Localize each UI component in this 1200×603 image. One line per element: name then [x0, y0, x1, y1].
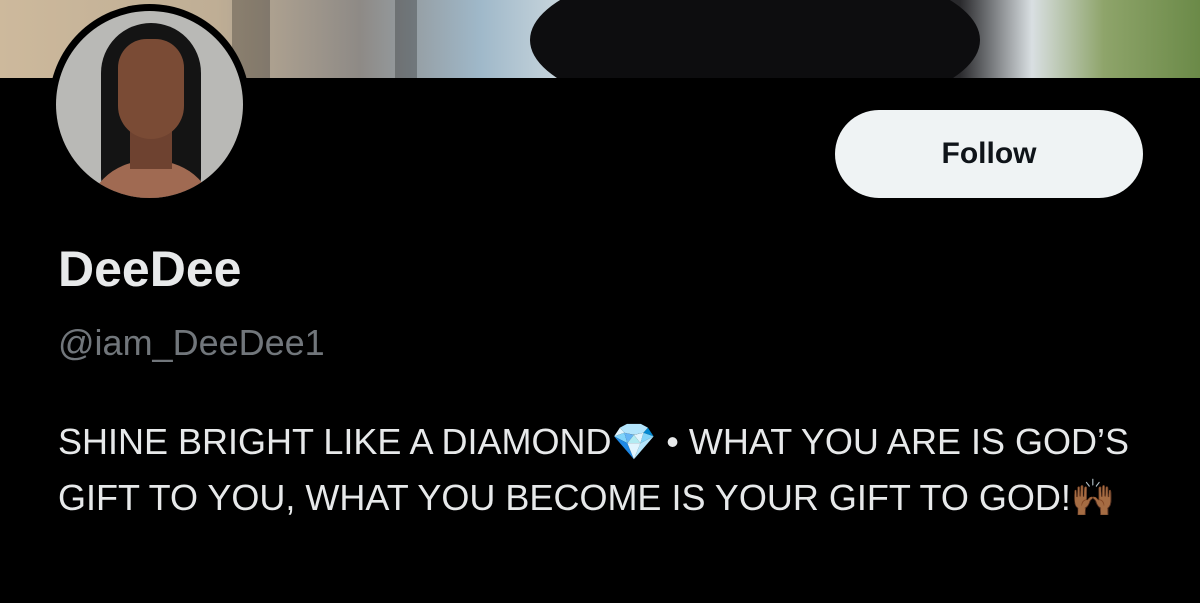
avatar-photo: [56, 11, 243, 198]
avatar-detail: [118, 39, 184, 139]
display-name: DeeDee: [58, 241, 242, 297]
user-handle: @iam_DeeDee1: [58, 322, 325, 363]
follow-button[interactable]: Follow: [835, 110, 1143, 198]
banner-figure: [530, 0, 980, 78]
banner-detail: [395, 0, 417, 78]
profile-bio: SHINE BRIGHT LIKE A DIAMOND💎 • WHAT YOU …: [58, 421, 1129, 518]
profile-avatar[interactable]: [49, 4, 250, 205]
